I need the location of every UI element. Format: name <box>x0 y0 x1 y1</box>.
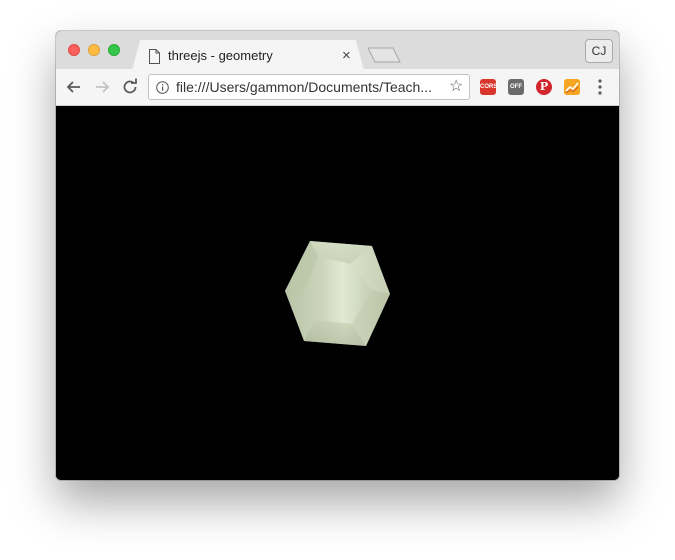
cors-extension-icon[interactable]: CORS <box>480 79 497 95</box>
info-icon[interactable] <box>156 81 169 94</box>
arrow-right-icon[interactable] <box>92 77 112 97</box>
tab-close-icon[interactable]: × <box>342 48 351 64</box>
analytics-extension-icon[interactable] <box>564 79 580 95</box>
toolbar: file:///Users/gammon/Documents/Teach... … <box>56 69 619 106</box>
scene-render <box>285 241 390 346</box>
reload-icon[interactable] <box>120 77 140 97</box>
more-vert-icon[interactable] <box>597 78 603 96</box>
new-tab-button[interactable] <box>367 47 401 63</box>
tab-active[interactable]: threejs - geometry × <box>132 40 364 70</box>
tab-body: threejs - geometry × <box>133 41 363 70</box>
tab-title: threejs - geometry <box>168 48 273 63</box>
arrow-left-icon[interactable] <box>64 77 84 97</box>
profile-button[interactable]: CJ <box>585 39 613 63</box>
window-close-button[interactable] <box>68 44 80 56</box>
bookmark-star-icon[interactable]: ☆ <box>449 79 463 95</box>
page-icon <box>149 49 160 64</box>
address-bar[interactable]: file:///Users/gammon/Documents/Teach... … <box>148 74 470 100</box>
window-minimize-button[interactable] <box>88 44 100 56</box>
title-bar: threejs - geometry × CJ <box>56 31 619 70</box>
hexagonal-prism-geometry <box>285 241 390 346</box>
browser-window: threejs - geometry × CJ file:///Users/ga… <box>56 31 619 480</box>
webgl-canvas[interactable] <box>56 106 619 480</box>
pinterest-extension-icon[interactable]: P <box>536 79 552 95</box>
off-extension-icon[interactable]: OFF <box>508 79 524 95</box>
url-text[interactable]: file:///Users/gammon/Documents/Teach... <box>176 78 448 96</box>
window-maximize-button[interactable] <box>108 44 120 56</box>
